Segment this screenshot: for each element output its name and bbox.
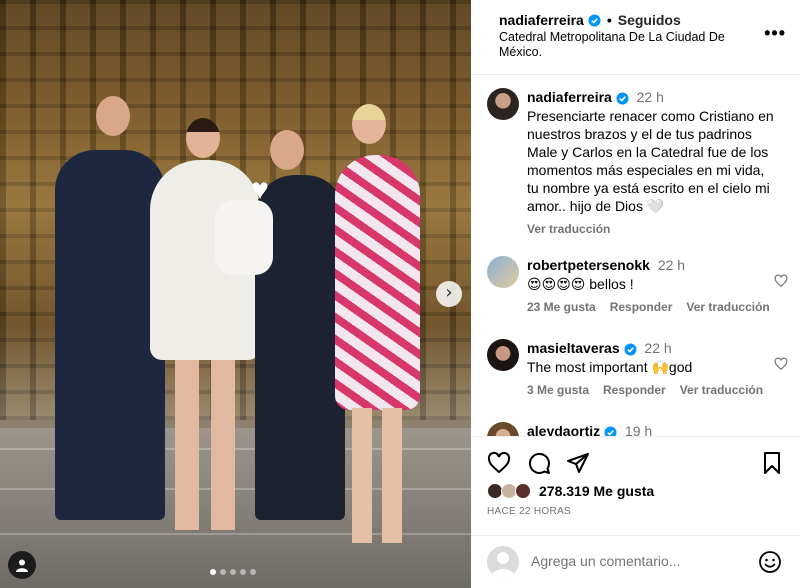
heart-sticker-icon: ♥ (251, 173, 269, 206)
person-legs (352, 408, 402, 543)
avatar[interactable] (487, 422, 519, 436)
post-header: nadiaferreira • Seguidos Catedral Metrop… (471, 0, 800, 75)
verified-icon (616, 92, 629, 105)
caption-text: Presenciarte renacer como Cristiano en n… (527, 108, 774, 214)
person-head (352, 104, 386, 144)
header-username[interactable]: nadiaferreira (499, 12, 584, 28)
emoji-icon[interactable] (758, 550, 782, 574)
comment-text-block: aleydaortiz 19 h (527, 422, 777, 436)
translate-link[interactable]: Ver traducción (527, 222, 610, 236)
avatar (487, 546, 519, 578)
comments-list[interactable]: nadiaferreira 22 h Presenciarte renacer … (471, 76, 800, 436)
verified-icon (588, 13, 601, 27)
user-tag-icon[interactable] (8, 551, 36, 579)
post-photo[interactable]: ♥ › (0, 0, 471, 588)
carousel-dot (240, 569, 246, 575)
comment-meta: 3 Me gusta Responder Ver traducción (527, 383, 777, 397)
comment-time: 22 h (644, 340, 672, 356)
comment-username[interactable]: aleydaortiz (527, 423, 600, 436)
bookmark-icon[interactable] (760, 451, 784, 475)
carousel-dot (250, 569, 256, 575)
avatar (515, 483, 531, 499)
heart-icon[interactable] (774, 357, 788, 371)
comment-text: 😍😍😍😍 bellos ! (527, 276, 634, 292)
avatar[interactable] (487, 256, 519, 288)
translate-link[interactable]: Ver traducción (686, 300, 769, 314)
carousel-dot (220, 569, 226, 575)
person-man-left (55, 150, 165, 520)
comment-text-block: masieltaveras 22 h The most important 🙌g… (527, 339, 777, 376)
comment-time: 19 h (624, 423, 653, 436)
carousel-dot (210, 569, 216, 575)
post-panel: nadiaferreira • Seguidos Catedral Metrop… (471, 0, 800, 588)
verified-icon (604, 426, 617, 436)
comment-input[interactable] (531, 550, 741, 572)
caption-meta: Ver traducción (527, 222, 777, 236)
person-legs (175, 360, 235, 530)
posted-time[interactable]: HACE 22 HORAS (487, 506, 571, 517)
comment-username[interactable]: masieltaveras (527, 340, 620, 356)
comment-time: 22 h (657, 257, 686, 273)
comment-likes[interactable]: 23 Me gusta (527, 300, 596, 314)
reply-button[interactable]: Responder (610, 300, 673, 314)
likes-row[interactable]: 278.319 Me gusta (487, 483, 654, 499)
comment-username[interactable]: robertpetersenokk (527, 257, 650, 273)
caption-time: 22 h (636, 89, 664, 105)
baby (215, 200, 273, 275)
action-bar: 278.319 Me gusta HACE 22 HORAS (471, 436, 800, 546)
share-icon[interactable] (566, 451, 590, 475)
carousel-dots (210, 569, 256, 575)
header-user-row: nadiaferreira • Seguidos (499, 12, 681, 28)
person-head (270, 130, 304, 170)
carousel-dot (230, 569, 236, 575)
heart-icon[interactable] (487, 451, 511, 475)
person-head (96, 96, 130, 136)
person-woman-pink (335, 155, 420, 410)
following-button[interactable]: Seguidos (618, 12, 681, 28)
reply-button[interactable]: Responder (603, 383, 666, 397)
avatar[interactable] (487, 339, 519, 371)
verified-icon (623, 343, 637, 356)
comment-icon[interactable] (527, 451, 551, 475)
likes-count[interactable]: 278.319 Me gusta (539, 483, 654, 499)
translate-link[interactable]: Ver traducción (680, 383, 763, 397)
caption-text-block: nadiaferreira 22 h Presenciarte renacer … (527, 88, 777, 215)
comment-text-block: robertpetersenokk 22 h 😍😍😍😍 bellos ! (527, 256, 777, 293)
separator-dot: • (606, 12, 612, 28)
chevron-right-icon[interactable]: › (436, 281, 462, 307)
avatar[interactable] (487, 88, 519, 120)
add-comment-bar (471, 535, 800, 588)
comment-text: The most important 🙌god (527, 359, 693, 375)
location-link[interactable]: Catedral Metropolitana De La Ciudad De M… (499, 30, 739, 60)
person-head (186, 118, 220, 158)
heart-icon[interactable] (774, 274, 788, 288)
more-icon[interactable]: ••• (764, 24, 786, 42)
comment-meta: 23 Me gusta Responder Ver traducción (527, 300, 777, 314)
caption-username[interactable]: nadiaferreira (527, 89, 612, 105)
comment-likes[interactable]: 3 Me gusta (527, 383, 589, 397)
